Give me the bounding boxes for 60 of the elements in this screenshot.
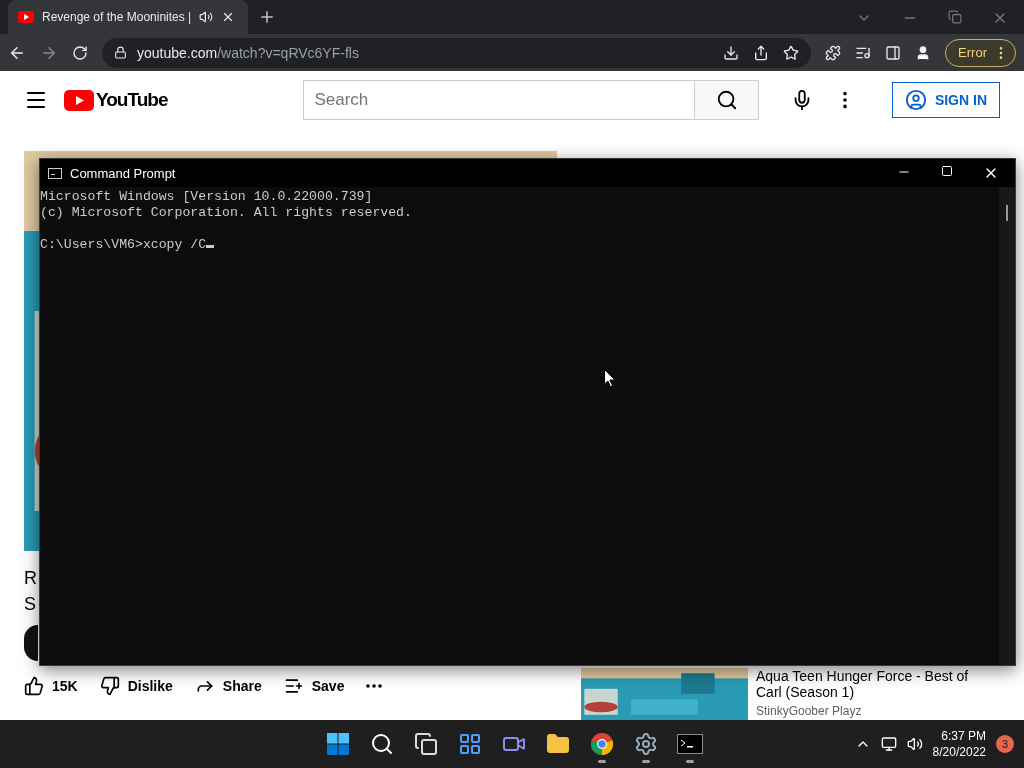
youtube-icon [18,11,34,23]
notification-badge[interactable]: 3 [996,735,1014,753]
search-icon [715,89,738,111]
video-title: R [24,567,38,590]
address-bar[interactable]: youtube.com/watch?v=qRVc6YF-fls [102,37,812,68]
channel-name: StinkyGoober Playz [756,704,863,718]
tab-title: Revenge of the Mooninites | [42,10,192,24]
mouse-cursor-icon [604,369,616,388]
bookmark-star-icon[interactable] [783,44,800,61]
video-title: Aqua Teen Hunger Force - Best of Carl (Season 1) [756,668,970,700]
search-field[interactable]: Search [303,80,696,120]
sign-in-button[interactable]: SIGN IN [891,82,1000,118]
new-tab-icon[interactable] [258,8,276,26]
url-text: youtube.com/watch?v=qRVc6YF-fls [137,44,359,61]
widgets-icon [458,732,482,756]
window-title: Command Prompt [70,165,176,181]
console-line: (c) Microsoft Corporation. All rights reserved. [40,205,412,220]
search-button[interactable] [695,80,760,120]
clock-date: 8/20/2022 [932,745,986,759]
like-button[interactable]: 15K [24,676,78,696]
add-to-list-icon [283,676,304,696]
speaker-icon[interactable] [199,10,214,24]
dislike-button[interactable]: Dislike [99,676,173,696]
video-title: S [24,593,37,616]
terminal-icon [677,734,703,754]
share-button[interactable]: Share [194,676,262,696]
gear-icon [634,732,658,756]
channel-avatar[interactable] [24,625,38,661]
account-icon [904,89,927,111]
terminal-icon [48,167,62,179]
network-icon[interactable] [880,736,897,752]
windows-logo-icon [326,732,350,756]
reload-icon[interactable] [72,44,88,61]
more-button[interactable] [366,684,383,688]
youtube-logo-text[interactable]: YouTube [96,89,168,111]
search-icon [370,732,394,756]
volume-icon[interactable] [906,736,923,752]
console-line: Microsoft Windows [Version 10.0.22000.739] [40,189,373,204]
thumbs-up-icon [24,676,44,696]
console-line: C:\Users\VM6>xcopy /C [40,237,207,252]
thumbs-down-icon [99,676,120,696]
recommended-video[interactable]: Aqua Teen Hunger Force - Best of Carl (Season 1) StinkyGoober Playz [581,668,981,720]
text-cursor [206,245,215,248]
task-view-icon [414,732,438,756]
save-button[interactable]: Save [283,676,345,696]
extensions-icon[interactable] [825,44,842,61]
scrollbar-thumb[interactable] [1006,205,1008,221]
chrome-icon [590,732,614,756]
youtube-logo-icon [64,89,94,111]
error-button[interactable]: Error [945,38,1016,67]
install-icon[interactable] [723,44,740,61]
restore-icon[interactable] [948,10,962,24]
maximize-icon[interactable] [941,165,953,177]
browser-tab[interactable]: Revenge of the Mooninites | [8,0,248,34]
clock-time: 6:37 PM [941,729,986,743]
folder-icon [546,732,570,756]
lock-icon [114,46,127,59]
share-icon[interactable] [753,44,770,61]
side-panel-icon[interactable] [885,44,902,61]
more-icon [366,684,383,688]
